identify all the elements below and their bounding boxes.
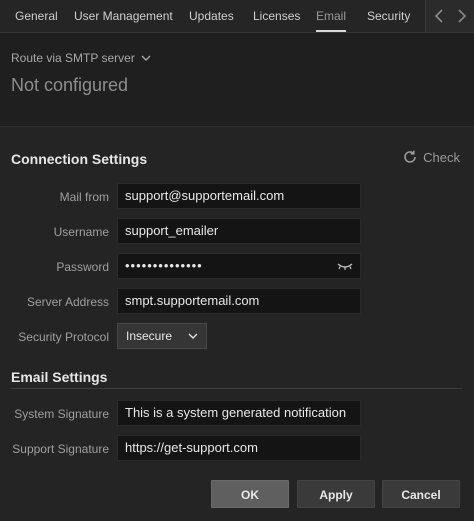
chevron-left-icon[interactable] xyxy=(432,7,448,25)
tab-licenses[interactable]: Licenses xyxy=(253,0,300,32)
password-input[interactable]: •••••••••••••• xyxy=(117,253,361,279)
support-signature-input[interactable]: https://get-support.com xyxy=(117,435,361,461)
route-status: Not configured xyxy=(11,75,129,95)
chevron-down-icon xyxy=(188,333,198,339)
tab-user-management[interactable]: User Management xyxy=(74,0,173,32)
route-section: Route via SMTP server Not configured xyxy=(0,33,474,125)
password-label: Password xyxy=(56,260,109,274)
settings-panel: Connection Settings Check Mail from supp… xyxy=(0,126,474,521)
support-signature-label: Support Signature xyxy=(12,442,109,456)
refresh-icon xyxy=(404,150,416,163)
security-protocol-select[interactable]: Insecure xyxy=(117,323,207,349)
cancel-button[interactable]: Cancel xyxy=(382,480,460,508)
security-protocol-label: Security Protocol xyxy=(18,330,109,344)
username-input[interactable]: support_emailer xyxy=(117,218,361,244)
server-address-label: Server Address xyxy=(26,295,109,309)
security-protocol-value: Insecure xyxy=(126,329,173,343)
tab-general[interactable]: General xyxy=(15,0,58,32)
tab-bar: General User Management Updates Licenses… xyxy=(0,0,474,33)
tab-updates[interactable]: Updates xyxy=(189,0,234,32)
password-dots: •••••••••••••• xyxy=(125,258,203,273)
check-label: Check xyxy=(423,149,460,165)
check-button[interactable]: Check xyxy=(402,149,460,165)
apply-button[interactable]: Apply xyxy=(297,480,375,508)
tab-security[interactable]: Security xyxy=(367,0,410,32)
system-signature-label: System Signature xyxy=(14,407,109,421)
eye-closed-icon[interactable] xyxy=(336,259,354,273)
username-label: Username xyxy=(53,225,109,239)
system-signature-input[interactable]: This is a system generated notification xyxy=(117,400,361,426)
ok-button[interactable]: OK xyxy=(211,480,289,508)
server-address-input[interactable]: smpt.supportemail.com xyxy=(117,288,361,314)
mail-from-label: Mail from xyxy=(59,190,109,204)
chevron-down-icon xyxy=(141,55,151,61)
route-label: Route via SMTP server xyxy=(11,51,135,65)
chevron-right-icon[interactable] xyxy=(453,7,469,25)
connection-settings-title: Connection Settings xyxy=(11,151,148,167)
tab-email[interactable]: Email xyxy=(316,0,347,32)
section-divider xyxy=(11,388,462,389)
route-dropdown[interactable]: Route via SMTP server xyxy=(11,51,151,65)
mail-from-input[interactable]: support@supportemail.com xyxy=(117,183,361,209)
tab-scroll-arrows xyxy=(425,0,474,32)
email-settings-title: Email Settings xyxy=(11,369,108,385)
